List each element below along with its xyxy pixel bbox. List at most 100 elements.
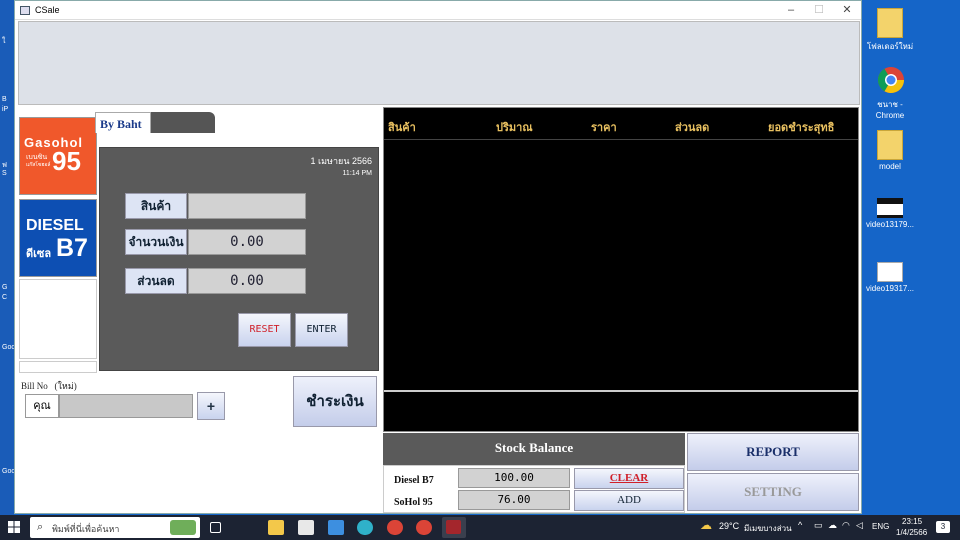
diesel-brand: DIESEL	[26, 217, 84, 234]
weather-temp: 29°C	[719, 521, 740, 531]
desktop-video-2[interactable]: video19317...	[862, 262, 918, 293]
taskbar-search[interactable]: ⌕ พิมพ์ที่นี่เพื่อค้นหา	[30, 517, 200, 538]
bill-status: (ใหม่)	[54, 381, 77, 391]
date-text: 1 เมษายน 2566	[310, 156, 372, 166]
folder-icon	[877, 130, 903, 160]
col-product: สินค้า	[388, 122, 416, 134]
desktop-label: iP	[2, 106, 9, 113]
notification-badge[interactable]: 3	[936, 521, 950, 533]
app-icon	[20, 6, 30, 15]
desktop-icon-label: โฟลเดอร์ใหม่	[866, 42, 914, 51]
grid-header: สินค้า ปริมาณ ราคา ส่วนลด ยอดชำระสุทธิ	[384, 108, 858, 140]
desktop-label: ใ	[2, 38, 6, 45]
gasohol-grade: 95	[52, 146, 81, 176]
gasohol-95-button[interactable]: Gasohol เบนซิน แก๊สโซฮอล์ 95	[19, 117, 97, 195]
desktop-label: G	[2, 284, 8, 291]
desktop-label: C	[2, 294, 8, 301]
enter-button[interactable]: ENTER	[295, 313, 348, 347]
stock-value-sohol: 76.00	[458, 490, 570, 510]
bill-label-text: Bill No	[21, 381, 48, 391]
desktop-left-strip: ใ B iP ฟ S G C Goo Goo	[0, 0, 16, 515]
edge-icon[interactable]	[357, 520, 373, 535]
task-view-icon[interactable]	[210, 522, 221, 533]
desktop-icon-label: model	[879, 162, 901, 171]
discount-field[interactable]: 0.00	[188, 268, 306, 294]
customer-field[interactable]	[59, 394, 193, 418]
search-placeholder: พิมพ์ที่นี่เพื่อค้นหา	[52, 524, 120, 534]
maximize-button[interactable]: ☐	[805, 3, 833, 17]
diesel-sub: ดีเซล	[26, 248, 52, 260]
title-bar: CSale – ☐ ✕	[15, 1, 861, 20]
search-icon: ⌕	[37, 521, 44, 533]
desktop-label: S	[2, 170, 7, 177]
entry-panel: 1 เมษายน 2566 11:14 PM สินค้า จำนวนเงิน …	[99, 147, 379, 371]
stock-balance-header: Stock Balance	[383, 433, 685, 465]
setting-button[interactable]: SETTING	[687, 473, 859, 511]
network-icon[interactable]: ▭	[814, 520, 823, 531]
product-label: สินค้า	[125, 193, 187, 219]
weather-icon: ☁	[700, 518, 712, 532]
amount-label: จำนวนเงิน	[125, 229, 187, 255]
clear-button[interactable]: CLEAR	[574, 468, 684, 489]
report-button[interactable]: REPORT	[687, 433, 859, 471]
amount-field[interactable]: 0.00	[188, 229, 306, 255]
desktop-chrome[interactable]: ชนาช - Chrome	[862, 66, 918, 120]
diesel-b7-button[interactable]: DIESEL ดีเซล B7	[19, 199, 97, 277]
add-stock-button[interactable]: ADD	[574, 490, 684, 511]
bill-no-label: Bill No (ใหม่)	[21, 379, 77, 393]
empty-fuel-slot	[19, 279, 97, 359]
desktop-icon-label: video19317...	[865, 284, 915, 293]
weather-desc: มีเมฆบางส่วน	[744, 524, 792, 533]
language-indicator[interactable]: ENG	[872, 522, 889, 531]
tray-chevron-icon[interactable]: ^	[798, 520, 802, 530]
close-button[interactable]: ✕	[833, 3, 861, 17]
discount-label: ส่วนลด	[125, 268, 187, 294]
video-file-icon	[877, 198, 903, 218]
header-band	[18, 21, 860, 105]
empty-fuel-slot	[19, 361, 97, 373]
product-field[interactable]	[188, 193, 306, 219]
stock-name-diesel: Diesel B7	[394, 475, 434, 486]
desktop-video-1[interactable]: video13179...	[862, 198, 918, 229]
desktop-label: B	[2, 96, 7, 103]
tab-second[interactable]	[151, 112, 215, 133]
onedrive-icon[interactable]: ☁	[828, 520, 837, 531]
tab-by-baht[interactable]: By Baht	[95, 112, 151, 133]
desktop-folder-model[interactable]: model	[862, 130, 918, 171]
chrome-icon	[877, 66, 905, 96]
wifi-icon[interactable]: ◠	[842, 520, 850, 531]
clock-time[interactable]: 23:15	[902, 517, 922, 526]
add-customer-button[interactable]: +	[197, 392, 225, 420]
window-title: CSale	[35, 5, 60, 15]
minimize-button[interactable]: –	[777, 3, 805, 17]
pay-button[interactable]: ชำระเงิน	[293, 376, 377, 427]
start-icon[interactable]	[8, 521, 20, 536]
mail-icon[interactable]	[328, 520, 344, 535]
order-grid[interactable]: สินค้า ปริมาณ ราคา ส่วนลด ยอดชำระสุทธิ	[383, 107, 859, 432]
csale-window: CSale – ☐ ✕ Gasohol เบนซิน แก๊สโซฮอล์ 95…	[14, 0, 862, 514]
chrome-taskbar-icon-2[interactable]	[416, 520, 432, 535]
col-price: ราคา	[591, 122, 617, 134]
stock-balance-panel: Diesel B7 100.00 CLEAR SoHol 95 76.00 AD…	[383, 465, 685, 513]
desktop-icon-label: ชนาช - Chrome	[875, 100, 905, 120]
col-quantity: ปริมาณ	[496, 122, 533, 134]
store-icon[interactable]	[298, 520, 314, 535]
folder-icon	[877, 8, 903, 38]
search-highlight-icon	[170, 520, 196, 535]
stock-value-diesel: 100.00	[458, 468, 570, 488]
clock-date[interactable]: 1/4/2566	[896, 528, 927, 537]
volume-icon[interactable]: ◁	[856, 520, 863, 531]
gasohol-sub2: แก๊สโซฮอล์	[26, 162, 51, 168]
customer-prefix: คุณ	[25, 394, 59, 418]
desktop-label: Goo	[2, 344, 16, 351]
reset-button[interactable]: RESET	[238, 313, 291, 347]
desktop-label: Goo	[2, 468, 16, 475]
access-active-icon[interactable]	[442, 517, 466, 538]
file-explorer-icon[interactable]	[268, 520, 284, 535]
time-text: 11:14 PM	[342, 170, 372, 177]
stock-name-sohol: SoHol 95	[394, 497, 433, 508]
chrome-taskbar-icon[interactable]	[387, 520, 403, 535]
col-discount: ส่วนลด	[675, 122, 710, 134]
grid-divider	[384, 390, 858, 392]
desktop-folder-new[interactable]: โฟลเดอร์ใหม่	[862, 8, 918, 53]
